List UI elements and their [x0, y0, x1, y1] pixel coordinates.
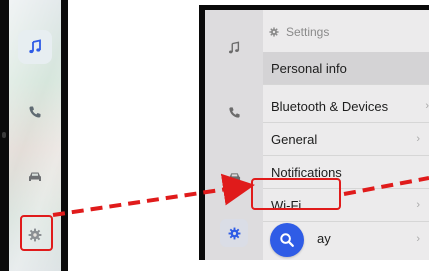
menu-item-general[interactable]: General › — [263, 123, 429, 156]
menu-item-label: Bluetooth & Devices — [271, 98, 389, 114]
vehicle-nav-button[interactable] — [220, 163, 248, 191]
menu-item-label: General — [271, 131, 318, 147]
car-icon — [228, 172, 240, 181]
gear-icon — [269, 27, 279, 37]
wifi-highlight-box — [251, 178, 341, 210]
phone-nav-button[interactable] — [220, 98, 248, 126]
gear-icon — [228, 227, 240, 239]
menu-item-bluetooth-devices[interactable]: Bluetooth & Devices › — [263, 90, 429, 123]
chevron-right-icon: › — [416, 232, 420, 245]
vehicle-nav-button[interactable] — [18, 160, 52, 194]
search-icon — [280, 233, 294, 247]
settings-nav-button[interactable] — [220, 219, 248, 247]
nav-rail — [205, 10, 263, 260]
menu-item-label: ay — [317, 231, 331, 246]
settings-screen: Settings Personal info Bluetooth & Devic… — [205, 10, 429, 260]
chevron-right-icon: › — [425, 100, 429, 112]
search-button[interactable] — [270, 223, 304, 257]
music-nav-button[interactable] — [18, 30, 52, 64]
settings-highlight-box — [20, 215, 53, 251]
phone-icon — [29, 106, 41, 118]
phone-nav-button[interactable] — [18, 95, 52, 129]
chevron-right-icon: › — [416, 199, 420, 211]
settings-screen-frame: Settings Personal info Bluetooth & Devic… — [199, 5, 429, 260]
menu-item-personal-info[interactable]: Personal info — [263, 52, 429, 85]
phone-icon — [228, 106, 240, 118]
chevron-right-icon: › — [416, 133, 420, 145]
music-note-icon — [29, 39, 41, 54]
menu-item-label: Personal info — [271, 60, 347, 76]
car-icon — [29, 172, 41, 181]
music-nav-button[interactable] — [220, 34, 248, 62]
settings-header: Settings — [269, 22, 329, 42]
music-note-icon — [229, 41, 240, 54]
left-panel — [0, 0, 68, 271]
settings-title: Settings — [286, 25, 330, 39]
